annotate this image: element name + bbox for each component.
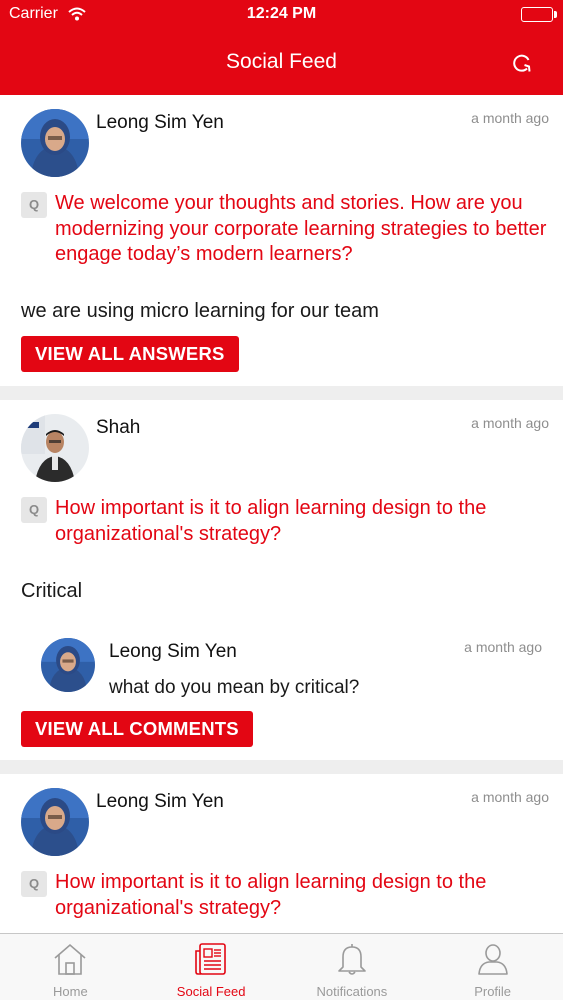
tab-home[interactable]: Home xyxy=(0,934,141,1000)
page-title: Social Feed xyxy=(226,50,337,73)
question-badge: Q xyxy=(21,871,47,897)
comment-text: what do you mean by critical? xyxy=(109,677,360,698)
status-time: 12:24 PM xyxy=(246,5,317,22)
tab-bar: Home Social Feed Notifications Profile xyxy=(0,933,563,1000)
tab-profile[interactable]: Profile xyxy=(422,934,563,1000)
answer-text: Critical xyxy=(21,580,83,602)
question-text[interactable]: How important is it to align learning de… xyxy=(55,870,550,921)
question-text[interactable]: How important is it to align learning de… xyxy=(55,496,550,547)
post-separator xyxy=(0,386,563,400)
tab-label: Profile xyxy=(474,984,512,999)
bell-icon xyxy=(334,941,370,977)
author-name[interactable]: Leong Sim Yen xyxy=(96,791,224,813)
person-icon xyxy=(475,941,511,977)
author-name[interactable]: Shah xyxy=(96,417,140,439)
tab-label: Home xyxy=(53,984,88,999)
post-time: a month ago xyxy=(471,789,549,805)
post-time: a month ago xyxy=(471,110,549,126)
social-feed[interactable]: Leong Sim Yen a month ago Q We welcome y… xyxy=(0,95,563,933)
tab-notifications[interactable]: Notifications xyxy=(282,934,423,1000)
feed-post: Leong Sim Yen a month ago Q We welcome y… xyxy=(0,95,563,386)
answer-text: we are using micro learning for our team xyxy=(21,300,379,322)
avatar[interactable] xyxy=(21,414,89,482)
avatar[interactable] xyxy=(21,109,89,177)
battery-icon xyxy=(521,7,553,22)
battery-tip xyxy=(554,11,557,18)
home-icon xyxy=(52,941,88,977)
tab-social-feed[interactable]: Social Feed xyxy=(141,934,282,1000)
post-time: a month ago xyxy=(471,415,549,431)
question-text[interactable]: We welcome your thoughts and stories. Ho… xyxy=(55,191,550,268)
tab-label: Social Feed xyxy=(176,984,246,999)
newspaper-icon xyxy=(193,941,229,977)
feed-post: Leong Sim Yen a month ago Q How importan… xyxy=(0,774,563,933)
author-name[interactable]: Leong Sim Yen xyxy=(96,112,224,134)
comment-time: a month ago xyxy=(464,639,542,655)
view-all-answers-button[interactable]: VIEW ALL ANSWERS xyxy=(21,336,239,372)
feed-post: Shah a month ago Q How important is it t… xyxy=(0,400,563,760)
refresh-icon[interactable] xyxy=(511,52,533,74)
view-all-comments-button[interactable]: VIEW ALL COMMENTS xyxy=(21,711,253,747)
question-badge: Q xyxy=(21,497,47,523)
question-badge: Q xyxy=(21,192,47,218)
avatar[interactable] xyxy=(21,788,89,856)
status-bar: Carrier 12:24 PM xyxy=(0,0,563,30)
comment-author[interactable]: Leong Sim Yen xyxy=(109,641,237,663)
post-separator xyxy=(0,760,563,774)
navigation-header: Carrier 12:24 PM Social Feed xyxy=(0,0,563,95)
tab-label: Notifications xyxy=(316,984,388,999)
comment-avatar[interactable] xyxy=(41,638,95,692)
